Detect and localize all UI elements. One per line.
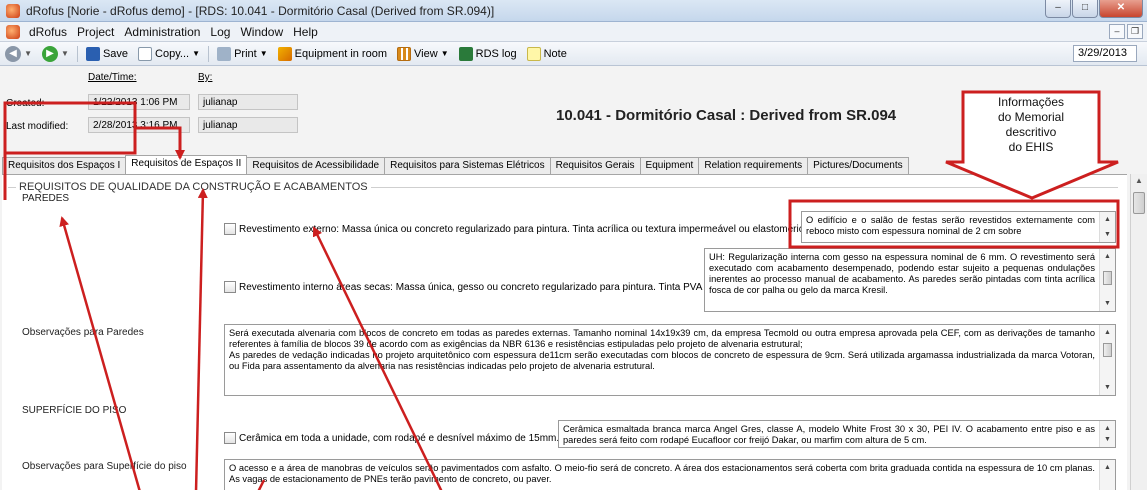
tab-strip: Requisitos dos Espaços I Requisitos de E…	[2, 155, 909, 174]
ceramica-checkbox[interactable]	[224, 432, 236, 444]
mdi-restore-button[interactable]: ❐	[1127, 24, 1143, 39]
menu-bar: dRofus Project Administration Log Window…	[0, 22, 1147, 42]
revestimento-externo-checkbox-row[interactable]: Revestimento externo: Massa única ou con…	[224, 223, 809, 235]
save-icon	[85, 46, 100, 61]
observacoes-paredes-text-2: As paredes de vedação indicadas no proje…	[229, 350, 1095, 371]
tab-requisitos-espacos-1[interactable]: Requisitos dos Espaços I	[2, 157, 127, 174]
observacoes-paredes-label: Observações para Paredes	[22, 327, 144, 338]
revestimento-interno-checkbox-row[interactable]: Revestimento interno áreas secas: Massa …	[224, 281, 702, 293]
revestimento-externo-label: Revestimento externo: Massa única ou con…	[239, 223, 810, 235]
observacoes-piso-text: O acesso e a área de manobras de veículo…	[229, 463, 1095, 484]
window-controls: – □ ✕	[1045, 0, 1143, 18]
superficie-piso-heading: SUPERFÍCIE DO PISO	[22, 405, 127, 416]
ceramica-label: Cerâmica em toda a unidade, com rodapé e…	[239, 432, 560, 444]
scroll-thumb[interactable]	[1133, 192, 1145, 214]
app-icon	[6, 4, 20, 18]
revestimento-interno-checkbox[interactable]	[224, 281, 236, 293]
forward-arrow-icon: ▶	[41, 45, 58, 62]
copy-button[interactable]: Copy... ▼	[133, 46, 205, 61]
maximize-button[interactable]: □	[1072, 0, 1098, 18]
document-icon[interactable]	[6, 24, 20, 39]
tab-acessibilidade[interactable]: Requisitos de Acessibilidade	[246, 157, 386, 174]
by-column-label: By:	[198, 72, 213, 83]
callout-line-1: Informações	[997, 95, 1065, 109]
mdi-controls: – ❐	[1109, 24, 1143, 39]
view-grid-icon	[397, 46, 411, 61]
note-icon	[526, 46, 541, 61]
minimize-button[interactable]: –	[1045, 0, 1071, 18]
tab-requisitos-gerais[interactable]: Requisitos Gerais	[549, 157, 641, 174]
observacoes-paredes-text-1: Será executada alvenaria com blocos de c…	[229, 328, 1095, 349]
note-button[interactable]: Note	[522, 46, 572, 61]
datetime-column-label: Date/Time:	[88, 72, 137, 83]
group-title: REQUISITOS DE QUALIDADE DA CONSTRUÇÃO E …	[16, 181, 371, 193]
tab-sistemas-eletricos[interactable]: Requisitos para Sistemas Elétricos	[384, 157, 551, 174]
print-icon	[217, 46, 232, 61]
textarea-scrollbar[interactable]: ▲	[1099, 460, 1115, 490]
created-label: Created:	[6, 98, 45, 109]
log-icon	[458, 46, 473, 61]
tab-content-panel: REQUISITOS DE QUALIDADE DA CONSTRUÇÃO E …	[2, 174, 1127, 490]
menu-drofus[interactable]: dRofus	[24, 25, 72, 39]
textarea-scrollbar[interactable]: ▲ ▼	[1099, 212, 1115, 242]
menu-log[interactable]: Log	[205, 25, 235, 39]
callout-line-2: do Memorial	[997, 110, 1065, 124]
tab-pictures-documents[interactable]: Pictures/Documents	[807, 157, 909, 174]
save-button[interactable]: Save	[81, 46, 133, 61]
copy-icon	[138, 46, 153, 61]
textarea-scrollbar[interactable]: ▲ ▼	[1099, 249, 1115, 311]
revestimento-externo-checkbox[interactable]	[224, 223, 236, 235]
menu-project[interactable]: Project	[72, 25, 119, 39]
equipment-in-room-button[interactable]: Equipment in room	[273, 46, 392, 61]
last-modified-label: Last modified:	[6, 121, 69, 132]
modified-date-field: 2/28/2013 3:16 PM	[88, 117, 190, 133]
menu-window[interactable]: Window	[235, 25, 288, 39]
ceramica-textarea[interactable]: Cerâmica esmaltada branca marca Angel Gr…	[558, 420, 1116, 448]
equipment-icon	[277, 46, 292, 61]
window-title: dRofus [Norie - dRofus demo] - [RDS: 10.…	[26, 4, 495, 18]
observacoes-piso-textarea[interactable]: O acesso e a área de manobras de veículo…	[224, 459, 1116, 490]
forward-button[interactable]: ▶ ▼	[37, 45, 74, 62]
observacoes-paredes-textarea[interactable]: Será executada alvenaria com blocos de c…	[224, 324, 1116, 396]
toolbar: ◀ ▼ ▶ ▼ Save Copy... ▼ Print ▼ Equipment…	[0, 42, 1147, 66]
ceramica-text: Cerâmica esmaltada branca marca Angel Gr…	[563, 424, 1095, 445]
menu-help[interactable]: Help	[288, 25, 323, 39]
created-date-field: 1/22/2013 1:06 PM	[88, 94, 190, 110]
toolbar-separator	[208, 45, 210, 62]
revestimento-interno-textarea[interactable]: UH: Regularização interna com gesso na e…	[704, 248, 1116, 312]
toolbar-separator	[76, 45, 78, 62]
textarea-scrollbar[interactable]: ▲ ▼	[1099, 325, 1115, 395]
main-scrollbar[interactable]: ▲	[1130, 174, 1147, 490]
date-field[interactable]: 3/29/2013	[1073, 45, 1137, 62]
mdi-minimize-button[interactable]: –	[1109, 24, 1125, 39]
revestimento-interno-label: Revestimento interno áreas secas: Massa …	[239, 281, 703, 293]
tab-relation-requirements[interactable]: Relation requirements	[698, 157, 809, 174]
ceramica-checkbox-row[interactable]: Cerâmica em toda a unidade, com rodapé e…	[224, 432, 559, 444]
tab-equipment[interactable]: Equipment	[639, 157, 700, 174]
view-button[interactable]: View ▼	[392, 46, 454, 61]
menu-administration[interactable]: Administration	[119, 25, 205, 39]
callout-text: Informações do Memorial descritivo do EH…	[972, 95, 1090, 155]
paredes-heading: PAREDES	[22, 193, 70, 204]
back-arrow-icon: ◀	[5, 45, 21, 62]
title-bar: dRofus [Norie - dRofus demo] - [RDS: 10.…	[0, 0, 1147, 22]
revestimento-interno-text: UH: Regularização interna com gesso na e…	[709, 252, 1095, 295]
revestimento-externo-textarea[interactable]: O edifício e o salão de festas serão rev…	[801, 211, 1116, 243]
print-button[interactable]: Print ▼	[212, 46, 273, 61]
modified-by-field: julianap	[198, 117, 298, 133]
rds-log-button[interactable]: RDS log	[454, 46, 522, 61]
created-by-field: julianap	[198, 94, 298, 110]
tab-requisitos-espacos-2[interactable]: Requisitos de Espaços II	[125, 155, 248, 174]
scroll-up-icon[interactable]: ▲	[1135, 176, 1143, 185]
room-title: 10.041 - Dormitório Casal : Derived from…	[556, 107, 897, 124]
textarea-scrollbar[interactable]: ▲ ▼	[1099, 421, 1115, 447]
observacoes-piso-label: Observações para Superfície do piso	[22, 461, 187, 472]
callout-line-3: descritivo	[1005, 125, 1057, 139]
revestimento-externo-text: O edifício e o salão de festas serão rev…	[806, 215, 1095, 236]
close-button[interactable]: ✕	[1099, 0, 1143, 18]
callout-line-4: do EHIS	[1008, 140, 1054, 154]
back-button[interactable]: ◀ ▼	[0, 45, 37, 62]
